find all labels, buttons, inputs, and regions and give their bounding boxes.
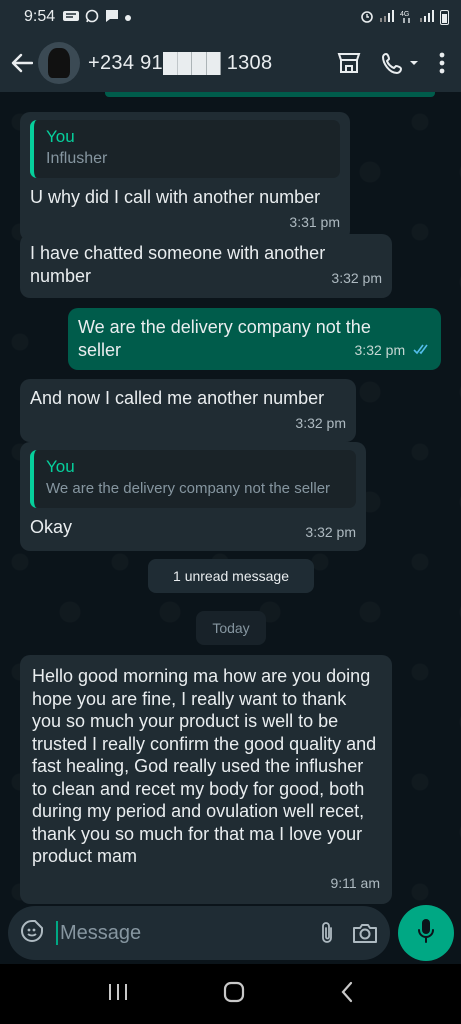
microphone-icon (417, 918, 435, 949)
signal-icon (420, 9, 434, 25)
whatsapp-icon (85, 9, 99, 26)
battery-icon (440, 9, 449, 25)
chat-area[interactable]: You Influsher U why did I call with anot… (0, 92, 461, 904)
previous-message-edge (105, 92, 435, 97)
unread-messages-label: 1 unread message (148, 559, 314, 593)
quoted-message[interactable]: You We are the delivery company not the … (30, 450, 356, 508)
back-nav-icon[interactable] (339, 981, 355, 1008)
contact-name[interactable]: +234 91████ 1308 (88, 52, 337, 75)
voice-message-button[interactable] (398, 905, 454, 961)
attach-icon[interactable] (320, 921, 334, 945)
message-time: 3:32 pm (305, 523, 356, 540)
status-time: 9:54 (24, 8, 56, 25)
quoted-author: You (46, 457, 75, 476)
outgoing-message[interactable]: We are the delivery company not the sell… (68, 308, 441, 370)
quoted-text: We are the delivery company not the sell… (46, 480, 331, 497)
incoming-message[interactable]: I have chatted someone with another numb… (20, 234, 392, 298)
status-bar: 9:54 4G (0, 0, 461, 34)
storefront-icon[interactable] (337, 52, 361, 74)
status-right-icons: 4G (360, 9, 449, 26)
text-cursor (56, 921, 58, 945)
header-actions (337, 51, 445, 75)
incoming-message[interactable]: You We are the delivery company not the … (20, 442, 366, 551)
message-time: 3:32 pm (354, 342, 406, 358)
incoming-message[interactable]: You Influsher U why did I call with anot… (20, 112, 350, 241)
notification-icon (63, 10, 80, 25)
message-text: Hello good morning ma how are you doing … (32, 666, 377, 866)
message-time: 3:31 pm (289, 213, 340, 230)
signal-icon (380, 9, 394, 25)
message-text: And now I called me another number (30, 388, 325, 408)
read-ticks-icon (413, 342, 431, 358)
svg-text:4G: 4G (400, 11, 409, 18)
camera-icon[interactable] (352, 922, 378, 944)
back-arrow-icon[interactable] (6, 43, 38, 83)
alarm-icon (360, 9, 374, 26)
more-options-icon[interactable] (439, 52, 445, 74)
chat-header: +234 91████ 1308 (0, 34, 461, 92)
phone-call-icon[interactable] (381, 51, 419, 75)
emoji-sticker-icon[interactable] (20, 919, 44, 948)
system-navigation-bar (0, 964, 461, 1024)
date-divider: Today (196, 611, 266, 645)
home-icon[interactable] (222, 980, 246, 1009)
quoted-message[interactable]: You Influsher (30, 120, 340, 178)
incoming-message[interactable]: And now I called me another number 3:32 … (20, 379, 356, 442)
message-icon (105, 9, 119, 26)
dot-icon (125, 10, 132, 24)
avatar[interactable] (38, 42, 80, 84)
message-input[interactable]: Message (60, 922, 302, 945)
quoted-text: Influsher (46, 150, 108, 167)
message-time: 9:11 am (330, 874, 380, 891)
quoted-author: You (46, 127, 75, 146)
message-time: 3:32 pm (295, 414, 346, 431)
message-meta: 3:32 pm (78, 339, 431, 362)
message-text: U why did I call with another number (30, 187, 321, 207)
incoming-message[interactable]: Hello good morning ma how are you doing … (20, 655, 392, 904)
recent-apps-icon[interactable] (107, 982, 129, 1007)
4g-icon: 4G (400, 9, 414, 26)
message-composer[interactable]: Message (8, 906, 390, 960)
